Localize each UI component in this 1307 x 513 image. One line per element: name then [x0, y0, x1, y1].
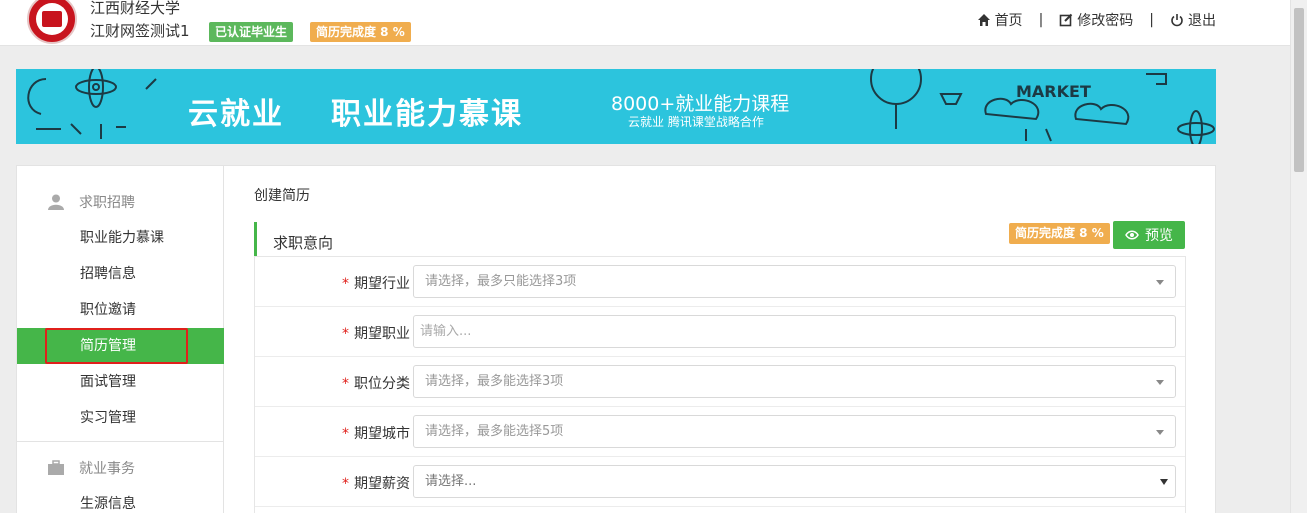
- home-label: 首页: [994, 13, 1023, 29]
- sidebar: 求职招聘 职业能力慕课 招聘信息 职位邀请 简历管理 面试管理 实习管理 就业事…: [17, 166, 224, 513]
- form-row-category: * 职位分类 请选择，最多能选择3项: [255, 357, 1185, 407]
- sidebar-divider: [17, 441, 224, 442]
- city-placeholder: 请选择，最多能选择5项: [425, 424, 564, 439]
- field-label: * 期望职业: [342, 326, 410, 342]
- change-password-label: 修改密码: [1077, 13, 1134, 29]
- banner-title-2: 职业能力慕课: [331, 97, 523, 132]
- preview-label: 预览: [1145, 228, 1173, 244]
- sidebar-item-invitations[interactable]: 职位邀请: [17, 292, 224, 328]
- salary-select[interactable]: 请选择...: [413, 465, 1176, 498]
- occupation-placeholder: 请输入...: [420, 324, 472, 339]
- sidebar-item-resume[interactable]: 简历管理: [17, 328, 224, 364]
- field-label: * 期望城市: [342, 426, 410, 442]
- briefcase-icon: [48, 460, 64, 475]
- resume-completion-badge: 简历完成度 8 %: [1009, 223, 1110, 244]
- occupation-input[interactable]: 请输入...: [413, 315, 1176, 348]
- form-row-industry: * 期望行业 请选择，最多只能选择3项: [255, 257, 1185, 307]
- sidebar-section-employment: 就业事务: [17, 448, 224, 488]
- page-scrollbar[interactable]: [1290, 0, 1307, 513]
- eye-icon: [1125, 230, 1139, 240]
- user-icon: [48, 194, 64, 210]
- user-name: 江财网签测试1: [90, 22, 190, 40]
- caret-down-icon: [1160, 479, 1168, 485]
- home-link[interactable]: 首页: [977, 10, 1023, 30]
- logout-link[interactable]: 退出: [1170, 10, 1216, 30]
- content-area: 创建简历 求职意向 简历完成度 8 % 预览 * 期望行业 请选择，最多只能选择3…: [254, 166, 1186, 513]
- sidebar-section-title: 就业事务: [79, 461, 135, 477]
- city-select[interactable]: 请选择，最多能选择5项: [413, 415, 1176, 448]
- home-icon: [977, 14, 990, 26]
- sidebar-item-internship[interactable]: 实习管理: [17, 400, 224, 436]
- nav-separator: |: [1149, 12, 1154, 28]
- required-mark: *: [342, 476, 349, 492]
- caret-down-icon: [1156, 430, 1164, 435]
- industry-placeholder: 请选择，最多只能选择3项: [425, 274, 577, 289]
- completion-badge: 简历完成度 8 %: [310, 22, 411, 42]
- mooc-banner[interactable]: MARKET 云就业 职业能力慕课 8000+就业能力课程 云就业 腾讯课堂战略…: [16, 69, 1216, 144]
- power-icon: [1171, 14, 1183, 27]
- banner-subtitle: 8000+就业能力课程: [611, 93, 790, 115]
- salary-placeholder: 请选择...: [425, 474, 477, 489]
- section-title: 求职意向: [273, 234, 334, 252]
- form-row-salary: * 期望薪资 请选择...: [255, 457, 1185, 507]
- required-mark: *: [342, 326, 349, 342]
- field-label: * 期望薪资: [342, 476, 410, 492]
- top-header: 江西财经大学 江财网签测试1 已认证毕业生 简历完成度 8 % 首页 | 修改密…: [0, 0, 1290, 46]
- scrollbar-thumb[interactable]: [1294, 8, 1304, 172]
- required-mark: *: [342, 426, 349, 442]
- field-label: * 职位分类: [342, 376, 410, 392]
- form-row-occupation: * 期望职业 请输入...: [255, 307, 1185, 357]
- selection-highlight: [45, 328, 188, 364]
- caret-down-icon: [1156, 380, 1164, 385]
- caret-down-icon: [1156, 280, 1164, 285]
- breadcrumb: 创建简历: [254, 188, 310, 204]
- industry-select[interactable]: 请选择，最多只能选择3项: [413, 265, 1176, 298]
- required-mark: *: [342, 376, 349, 392]
- sidebar-item-mooc[interactable]: 职业能力慕课: [17, 220, 224, 256]
- banner-title-1: 云就业: [188, 97, 284, 132]
- sidebar-item-student-info[interactable]: 生源信息: [17, 486, 224, 513]
- category-placeholder: 请选择，最多能选择3项: [425, 374, 564, 389]
- job-intention-form: * 期望行业 请选择，最多只能选择3项 * 期望职业 请输入... * 职位分类 请选…: [254, 256, 1186, 513]
- category-select[interactable]: 请选择，最多能选择3项: [413, 365, 1176, 398]
- sidebar-item-recruitment[interactable]: 招聘信息: [17, 256, 224, 292]
- nav-separator: |: [1038, 12, 1044, 28]
- university-name: 江西财经大学: [90, 0, 181, 17]
- sidebar-item-interviews[interactable]: 面试管理: [17, 364, 224, 400]
- edit-icon: [1059, 13, 1073, 27]
- main-panel: 求职招聘 职业能力慕课 招聘信息 职位邀请 简历管理 面试管理 实习管理 就业事…: [16, 165, 1216, 513]
- banner-partner: 云就业 腾讯课堂战略合作: [628, 115, 764, 129]
- required-mark: *: [342, 276, 349, 292]
- verified-badge: 已认证毕业生: [209, 22, 294, 42]
- university-logo: [27, 0, 77, 44]
- field-label: * 期望行业: [342, 276, 410, 292]
- logout-label: 退出: [1188, 13, 1216, 29]
- sidebar-section-job: 求职招聘: [17, 182, 224, 222]
- banner-doodle-text: MARKET: [1016, 82, 1091, 101]
- form-row-city: * 期望城市 请选择，最多能选择5项: [255, 407, 1185, 457]
- top-nav: 首页 | 修改密码 | 退出: [977, 10, 1216, 30]
- sidebar-section-title: 求职招聘: [79, 195, 135, 211]
- preview-button[interactable]: 预览: [1113, 221, 1185, 249]
- change-password-link[interactable]: 修改密码: [1059, 10, 1133, 30]
